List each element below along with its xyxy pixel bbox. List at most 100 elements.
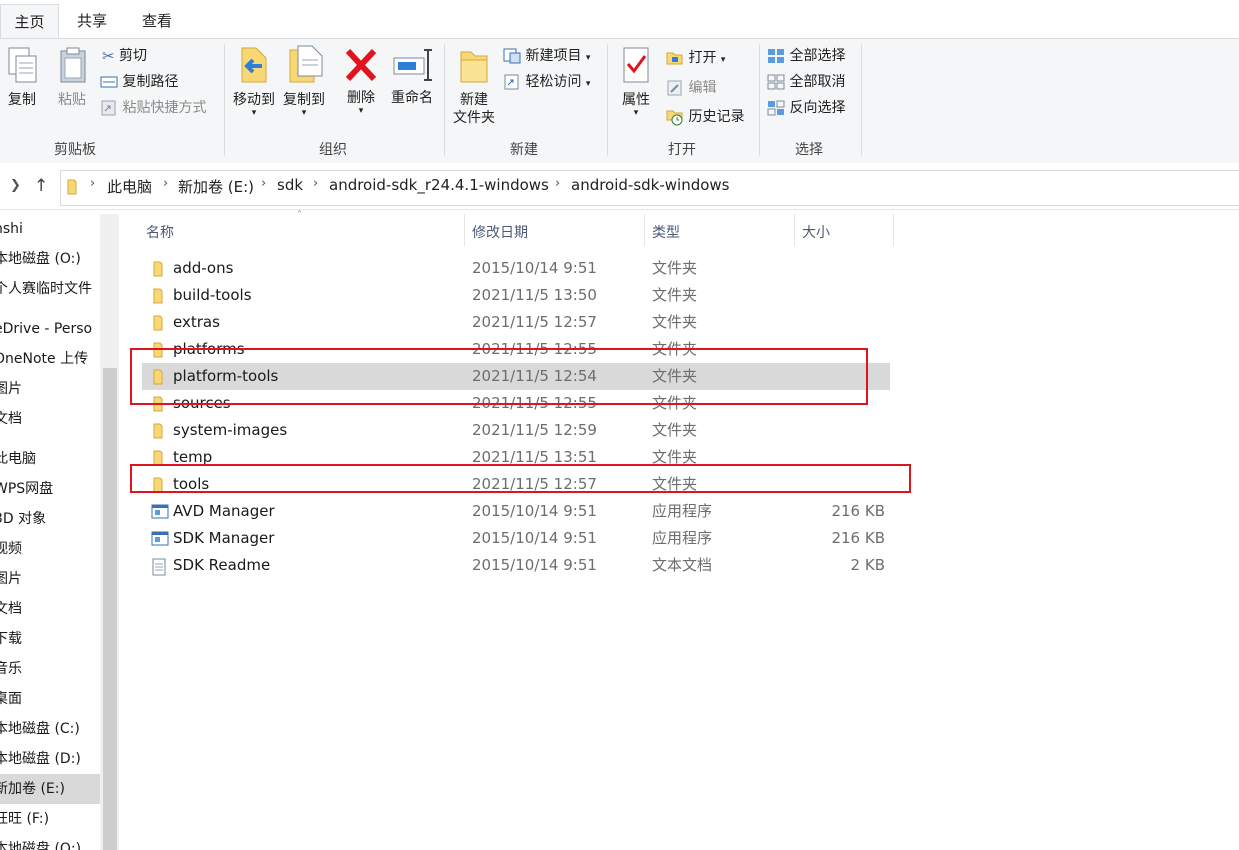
nav-item[interactable]: nshi xyxy=(0,214,23,244)
folder-icon xyxy=(151,288,165,308)
file-type: 文件夹 xyxy=(652,259,698,277)
up-arrow-icon[interactable]: ↑ xyxy=(34,176,48,196)
file-name: add-ons xyxy=(173,259,234,277)
nav-item[interactable]: 桌面 xyxy=(0,684,22,714)
copy-path-button[interactable]: 复制路径 xyxy=(100,71,178,93)
easy-access-label: 轻松访问 xyxy=(525,74,582,90)
nav-item[interactable]: 旺旺 (F:) xyxy=(0,804,49,834)
sort-up-icon: ˄ xyxy=(297,210,302,221)
rename-button[interactable]: 重命名 xyxy=(386,46,438,107)
ribbon-divider xyxy=(861,44,862,156)
file-row[interactable]: SDK Manager 2015/10/14 9:51 应用程序 216 KB xyxy=(142,525,890,552)
column-header-date[interactable]: 修改日期 xyxy=(472,222,528,242)
invert-selection-button[interactable]: 反向选择 xyxy=(767,97,845,119)
select-none-label: 全部取消 xyxy=(789,74,846,90)
ribbon-divider xyxy=(444,44,445,156)
file-name: system-images xyxy=(173,421,288,439)
chevron-down-icon[interactable]: ❯ xyxy=(10,178,21,193)
breadcrumb-separator-icon: › xyxy=(163,176,169,191)
nav-item[interactable]: eDrive - Perso xyxy=(0,314,92,344)
delete-button[interactable]: 删除 ▾ xyxy=(340,46,382,116)
select-all-icon xyxy=(768,49,784,63)
breadcrumb-item[interactable]: 新加卷 (E:) xyxy=(178,176,254,197)
tab-home[interactable]: 主页 xyxy=(0,4,59,39)
column-header-name[interactable]: 名称 xyxy=(146,222,174,242)
nav-item[interactable]: 图片 xyxy=(0,564,22,594)
breadcrumb-item[interactable]: 此电脑 xyxy=(107,176,152,197)
select-group-label: 选择 xyxy=(795,142,823,158)
move-to-label: 移动到 xyxy=(233,92,275,108)
nav-item[interactable]: WPS网盘 xyxy=(0,474,53,504)
nav-item[interactable]: 3D 对象 xyxy=(0,504,46,534)
file-name: SDK Manager xyxy=(173,529,275,547)
file-row[interactable]: SDK Readme 2015/10/14 9:51 文本文档 2 KB xyxy=(142,552,890,579)
nav-item[interactable]: 文档 xyxy=(0,594,22,624)
edit-button[interactable]: 编辑 xyxy=(666,77,716,99)
dropdown-arrow-icon: ▾ xyxy=(720,55,726,65)
breadcrumb-separator-icon: › xyxy=(555,176,561,191)
copy-button[interactable]: 复制 xyxy=(0,46,44,109)
file-row[interactable]: build-tools 2021/11/5 13:50 文件夹 xyxy=(142,282,890,309)
new-item-button[interactable]: 新建项目 ▾ xyxy=(503,45,590,67)
move-to-button[interactable]: 移动到 ▾ xyxy=(229,44,279,118)
file-date: 2021/11/5 12:57 xyxy=(472,313,597,331)
breadcrumb-item[interactable]: android-sdk_r24.4.1-windows xyxy=(329,176,549,194)
cut-button[interactable]: ✂ 剪切 xyxy=(102,45,147,67)
nav-item[interactable]: 本地磁盘 (O:) xyxy=(0,244,81,274)
copy-to-button[interactable]: 复制到 ▾ xyxy=(279,44,329,118)
edit-label: 编辑 xyxy=(688,80,717,96)
easy-access-button[interactable]: 轻松访问 ▾ xyxy=(503,71,590,93)
select-none-icon xyxy=(767,74,785,90)
nav-item[interactable]: 下载 xyxy=(0,624,22,654)
file-row[interactable]: AVD Manager 2015/10/14 9:51 应用程序 216 KB xyxy=(142,498,890,525)
tab-share[interactable]: 共享 xyxy=(64,4,120,38)
select-none-button[interactable]: 全部取消 xyxy=(767,71,845,93)
move-to-icon xyxy=(241,47,267,83)
text-document-icon xyxy=(151,558,167,580)
breadcrumb-item[interactable]: sdk xyxy=(277,176,303,194)
invert-selection-label: 反向选择 xyxy=(789,100,846,116)
file-row[interactable]: add-ons 2015/10/14 9:51 文件夹 xyxy=(142,255,890,282)
nav-item-selected[interactable]: 新加卷 (E:) xyxy=(0,774,100,804)
column-divider[interactable] xyxy=(464,214,465,246)
column-divider[interactable] xyxy=(644,214,645,246)
open-group-label: 打开 xyxy=(668,142,696,158)
nav-item[interactable]: 本地磁盘 (D:) xyxy=(0,744,81,774)
file-date: 2015/10/14 9:51 xyxy=(472,259,597,277)
paste-button[interactable]: 粘贴 xyxy=(50,46,94,109)
nav-item[interactable]: 文档 xyxy=(0,404,22,434)
history-button[interactable]: 历史记录 xyxy=(666,106,744,128)
paste-shortcut-button[interactable]: 粘贴快捷方式 xyxy=(100,97,206,119)
copy-label: 复制 xyxy=(8,92,36,108)
nav-item[interactable]: 个人赛临时文件 xyxy=(0,274,92,304)
file-size xyxy=(742,282,885,309)
new-folder-button[interactable]: 新建 文件夹 xyxy=(448,46,500,127)
dropdown-arrow-icon: ▾ xyxy=(585,79,591,89)
breadcrumb-separator-icon: › xyxy=(90,176,96,191)
nav-item[interactable]: 此电脑 xyxy=(0,444,36,474)
open-button[interactable]: 打开 ▾ xyxy=(666,47,725,69)
nav-item[interactable]: 视频 xyxy=(0,534,22,564)
column-divider[interactable] xyxy=(794,214,795,246)
column-header-type[interactable]: 类型 xyxy=(652,222,680,242)
column-divider[interactable] xyxy=(893,214,894,246)
breadcrumb-separator-icon: › xyxy=(313,176,319,191)
tab-view[interactable]: 查看 xyxy=(128,4,186,38)
new-item-label: 新建项目 xyxy=(525,48,582,64)
nav-item[interactable]: 音乐 xyxy=(0,654,22,684)
file-type: 文件夹 xyxy=(652,313,698,331)
file-row[interactable]: system-images 2021/11/5 12:59 文件夹 xyxy=(142,417,890,444)
file-row[interactable]: extras 2021/11/5 12:57 文件夹 xyxy=(142,309,890,336)
properties-button[interactable]: 属性 ▾ xyxy=(614,46,658,118)
nav-scrollbar-thumb[interactable] xyxy=(103,368,117,850)
select-all-button[interactable]: 全部选择 xyxy=(767,45,845,67)
history-clock-icon xyxy=(666,110,683,126)
highlight-box-platform-tools xyxy=(130,348,868,405)
new-folder-label-line1: 新建 xyxy=(460,92,488,108)
nav-item[interactable]: OneNote 上传 xyxy=(0,344,88,374)
nav-item[interactable]: 本地磁盘 (Q:) xyxy=(0,834,81,850)
nav-item[interactable]: 本地磁盘 (C:) xyxy=(0,714,80,744)
breadcrumb-item[interactable]: android-sdk-windows xyxy=(571,176,730,194)
nav-item[interactable]: 图片 xyxy=(0,374,22,404)
column-header-size[interactable]: 大小 xyxy=(802,222,830,242)
